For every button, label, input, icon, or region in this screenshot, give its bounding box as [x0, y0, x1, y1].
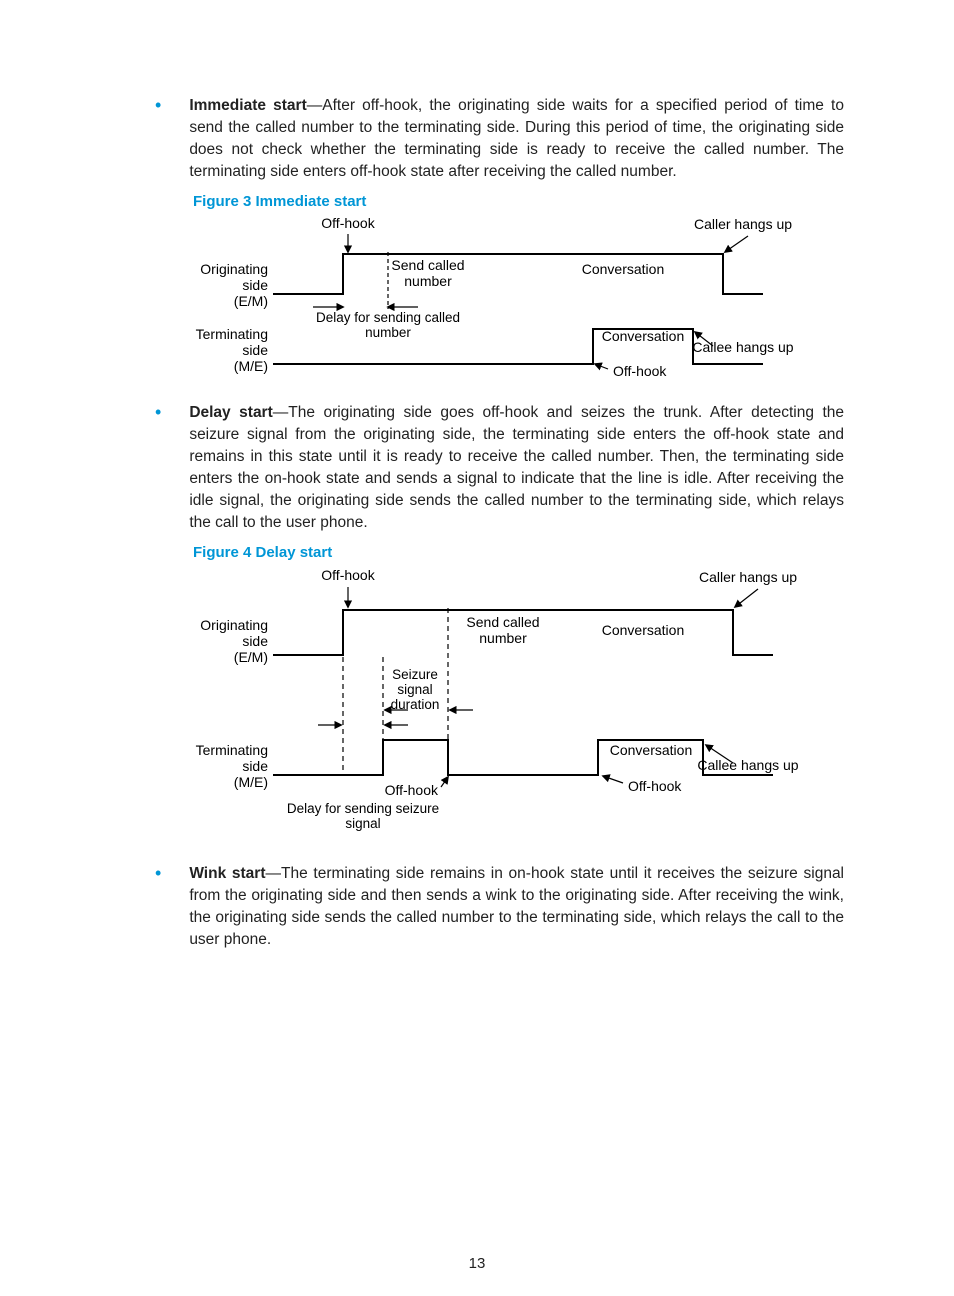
body-text: Wink start—The terminating side remains … — [189, 863, 844, 951]
fig4-orig-2: side — [242, 633, 268, 649]
fig4-delay2: signal — [345, 816, 380, 831]
bullet-icon: • — [155, 402, 161, 422]
item-body: —The terminating side remains in on-hook… — [189, 865, 844, 948]
fig3-term-2: side — [242, 342, 268, 358]
fig3-send-called: Send called — [391, 257, 464, 273]
bullet-icon: • — [155, 863, 161, 883]
fig3-orig-3: (E/M) — [234, 293, 268, 309]
fig3-caller-hangs: Caller hangs up — [694, 216, 792, 232]
fig4-conv2: Conversation — [610, 742, 693, 758]
fig3-callee-hangs: Callee hangs up — [692, 339, 793, 355]
fig4-term-2: side — [242, 758, 268, 774]
fig4-offhook-top: Off-hook — [321, 567, 375, 583]
fig3-conv1: Conversation — [582, 261, 665, 277]
fig3-offhook-top: Off-hook — [321, 215, 375, 231]
fig4-duration: duration — [391, 697, 440, 712]
figure-4: Off-hook Caller hangs up Originating sid… — [193, 565, 844, 845]
item-title: Immediate start — [189, 97, 306, 114]
body-text: Delay start—The originating side goes of… — [189, 402, 844, 534]
body-text: Immediate start—After off-hook, the orig… — [189, 95, 844, 183]
fig3-term-1: Terminating — [196, 326, 268, 342]
item-body: —The originating side goes off-hook and … — [189, 404, 844, 531]
fig4-signal1: signal — [397, 682, 432, 697]
fig4-number1: number — [479, 630, 527, 646]
fig4-orig-1: Originating — [200, 617, 268, 633]
fig3-orig-1: Originating — [200, 261, 268, 277]
fig4-orig-3: (E/M) — [234, 649, 268, 665]
list-item-wink: • Wink start—The terminating side remain… — [155, 863, 844, 951]
bullet-icon: • — [155, 95, 161, 115]
fig3-conv2: Conversation — [602, 328, 685, 344]
fig4-conv1: Conversation — [602, 622, 685, 638]
figure-3: Off-hook Caller hangs up Originating sid… — [193, 214, 844, 384]
fig3-number2: number — [365, 325, 411, 340]
fig4-caller-hangs: Caller hangs up — [699, 569, 797, 585]
fig4-seizure: Seizure — [392, 667, 438, 682]
list-item-delay: • Delay start—The originating side goes … — [155, 402, 844, 534]
fig3-number1: number — [404, 273, 452, 289]
fig4-offhook-bot: Off-hook — [628, 778, 682, 794]
fig4-term-1: Terminating — [196, 742, 268, 758]
fig4-offhook-mid: Off-hook — [385, 782, 439, 798]
page-number: 13 — [0, 1255, 954, 1272]
fig4-callee-hangs: Callee hangs up — [697, 757, 798, 773]
item-title: Delay start — [189, 404, 272, 421]
fig3-offhook-bot: Off-hook — [613, 363, 667, 379]
page: • Immediate start—After off-hook, the or… — [0, 0, 954, 1296]
list-item-immediate: • Immediate start—After off-hook, the or… — [155, 95, 844, 183]
fig4-delay1: Delay for sending seizure — [287, 801, 439, 816]
item-title: Wink start — [189, 865, 265, 882]
fig4-term-3: (M/E) — [234, 774, 268, 790]
fig3-term-3: (M/E) — [234, 358, 268, 374]
fig4-send-called: Send called — [466, 614, 539, 630]
fig3-orig-2: side — [242, 277, 268, 293]
figure-3-caption: Figure 3 Immediate start — [193, 193, 844, 210]
figure-4-caption: Figure 4 Delay start — [193, 544, 844, 561]
fig3-delay: Delay for sending called — [316, 310, 460, 325]
